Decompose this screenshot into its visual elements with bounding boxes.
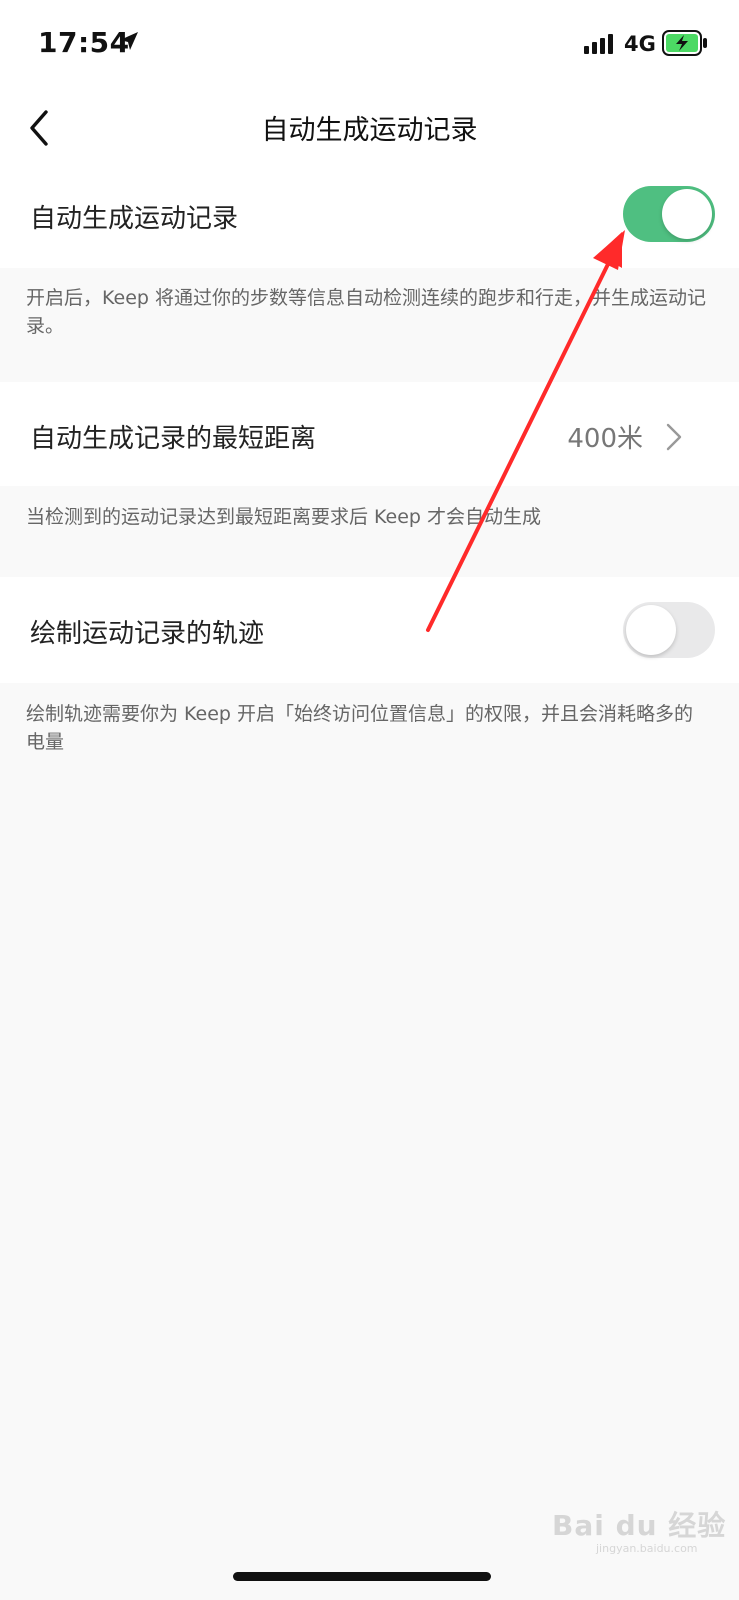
auto-generate-description: 开启后，Keep 将通过你的步数等信息自动检测连续的跑步和行走，并生成运动记录。 [26,287,706,337]
auto-generate-row: 自动生成运动记录 [0,180,739,268]
status-time: 17:54 [38,26,130,59]
page-title: 自动生成运动记录 [261,115,478,146]
network-type: 4G [624,32,656,56]
watermark: Bai du 经验 [552,1509,727,1542]
toggle-knob [662,189,712,239]
auto-generate-toggle[interactable] [623,186,715,242]
auto-generate-label: 自动生成运动记录 [30,204,239,234]
chevron-right-icon [665,422,683,456]
min-distance-label: 自动生成记录的最短距离 [30,424,317,454]
min-distance-row[interactable]: 自动生成记录的最短距离 400米 [0,382,739,486]
watermark-subtext: jingyan.baidu.com [596,1542,698,1555]
signal-bars-icon [584,34,614,58]
draw-track-description: 绘制轨迹需要你为 Keep 开启「始终访问位置信息」的权限，并且会消耗略多的电量 [26,703,694,753]
draw-track-label: 绘制运动记录的轨迹 [30,619,265,649]
location-arrow-icon [118,30,140,56]
home-indicator [233,1572,491,1581]
draw-track-toggle[interactable] [623,602,715,658]
status-bar: 17:54 4G [0,0,739,90]
min-distance-value: 400米 [567,424,643,454]
min-distance-description: 当检测到的运动记录达到最短距离要求后 Keep 才会自动生成 [26,506,542,528]
toggle-knob [626,605,676,655]
draw-track-row: 绘制运动记录的轨迹 [0,577,739,683]
navigation-bar: 自动生成运动记录 [0,90,739,180]
battery-charging-icon [662,30,708,60]
